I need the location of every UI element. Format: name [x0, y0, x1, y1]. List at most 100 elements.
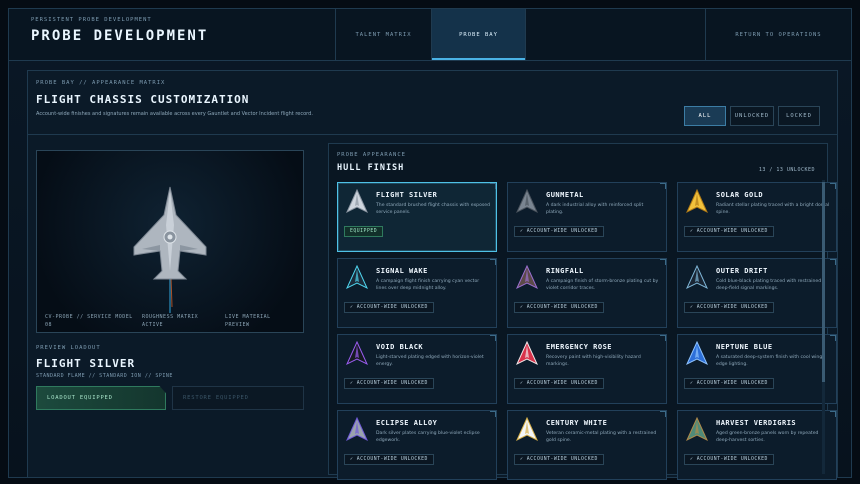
- finish-name: OUTER DRIFT: [716, 267, 768, 275]
- finish-description: A saturated deep-system finish with cool…: [716, 355, 824, 367]
- panel-breadcrumb: PROBE BAY // APPEARANCE MATRIX: [36, 80, 166, 86]
- finish-description: Aged green-bronze panels worn by repeate…: [716, 431, 819, 443]
- finish-swatch-icon: [516, 265, 538, 290]
- finish-status-badge: EQUIPPED: [344, 226, 384, 237]
- finish-swatch-icon: [686, 265, 708, 290]
- top-bar: PERSISTENT PROBE DEVELOPMENT PROBE DEVEL…: [9, 9, 851, 61]
- finish-description: Recovery paint with high-visibility haza…: [546, 355, 641, 367]
- finish-card[interactable]: NEPTUNE BLUE A saturated deep-system fini…: [677, 334, 837, 404]
- finish-card[interactable]: RINGFALL A campaign finish of storm-bronz…: [507, 258, 667, 328]
- finish-swatch-icon: [346, 189, 368, 214]
- loadout-subtitle: STANDARD FLAME // STANDARD ION // SPINE: [36, 373, 173, 379]
- finish-description: Radiant stellar plating traced with a br…: [716, 203, 830, 215]
- loadout-title: FLIGHT SILVER: [36, 357, 136, 370]
- finish-description: A campaign flight finish carrying cyan v…: [376, 279, 480, 291]
- finish-description: A campaign finish of storm-bronze platin…: [546, 279, 659, 291]
- tab-divider: [525, 9, 526, 60]
- loadout-equipped-button[interactable]: LOADOUT EQUIPPED: [36, 386, 166, 410]
- app-frame: PERSISTENT PROBE DEVELOPMENT PROBE DEVEL…: [8, 8, 852, 480]
- finish-name: SIGNAL WAKE: [376, 267, 428, 275]
- unlock-count: 13 / 13 UNLOCKED: [758, 167, 815, 173]
- finish-card[interactable]: HARVEST VERDIGRIS Aged green-bronze panel…: [677, 410, 837, 480]
- viewport-meta-material: LIVE MATERIAL PREVIEW: [225, 314, 271, 328]
- finish-swatch-icon: [686, 341, 708, 366]
- finish-swatch-icon: [346, 341, 368, 366]
- grid-scrollbar-thumb[interactable]: [822, 182, 825, 382]
- finish-grid: FLIGHT SILVER The standard brushed flight…: [337, 182, 837, 480]
- card-corner-decoration: [660, 335, 666, 341]
- finish-swatch-icon: [686, 189, 708, 214]
- filter-locked-button[interactable]: LOCKED: [778, 106, 820, 126]
- finish-description: Veteran ceramic-metal plating with a res…: [546, 431, 657, 443]
- appearance-kicker: PROBE APPEARANCE: [337, 152, 406, 158]
- finish-status-badge: ✓ ACCOUNT-WIDE UNLOCKED: [514, 226, 604, 237]
- finish-card[interactable]: FLIGHT SILVER The standard brushed flight…: [337, 182, 497, 252]
- restore-equipped-button[interactable]: RESTORE EQUIPPED: [172, 386, 304, 410]
- finish-card[interactable]: EMERGENCY ROSE Recovery paint with high-v…: [507, 334, 667, 404]
- app-title: PROBE DEVELOPMENT: [31, 28, 209, 44]
- loadout-kicker: PREVIEW LOADOUT: [36, 345, 101, 351]
- probe-preview-viewport[interactable]: CV-PROBE // SERVICE MODEL 08 ROUGHNESS MA…: [36, 150, 304, 333]
- finish-swatch-icon: [516, 417, 538, 442]
- probe-model-image: [133, 186, 207, 313]
- tab-probe-bay[interactable]: PROBE BAY: [431, 9, 525, 60]
- finish-status-badge: ✓ ACCOUNT-WIDE UNLOCKED: [514, 302, 604, 313]
- finish-card[interactable]: SOLAR GOLD Radiant stellar plating traced…: [677, 182, 837, 252]
- finish-description: The standard brushed flight chassis with…: [376, 203, 491, 215]
- finish-name: FLIGHT SILVER: [376, 191, 438, 199]
- card-corner-decoration: [660, 183, 666, 189]
- card-corner-decoration: [830, 183, 836, 189]
- preview-column: CV-PROBE // SERVICE MODEL 08 ROUGHNESS MA…: [28, 135, 318, 477]
- card-corner-decoration: [490, 335, 496, 341]
- finish-card[interactable]: OUTER DRIFT Cold blue-black plating trace…: [677, 258, 837, 328]
- finish-status-badge: ✓ ACCOUNT-WIDE UNLOCKED: [684, 302, 774, 313]
- finish-status-badge: ✓ ACCOUNT-WIDE UNLOCKED: [684, 226, 774, 237]
- finish-card[interactable]: CENTURY WHITE Veteran ceramic-metal plati…: [507, 410, 667, 480]
- finish-status-badge: ✓ ACCOUNT-WIDE UNLOCKED: [344, 302, 434, 313]
- finish-swatch-icon: [346, 265, 368, 290]
- finish-name: SOLAR GOLD: [716, 191, 764, 199]
- finish-name: VOID BLACK: [376, 343, 424, 351]
- finish-swatch-icon: [346, 417, 368, 442]
- finish-card[interactable]: SIGNAL WAKE A campaign flight finish carr…: [337, 258, 497, 328]
- card-corner-decoration: [660, 259, 666, 265]
- finish-name: ECLIPSE ALLOY: [376, 419, 438, 427]
- card-corner-decoration: [490, 411, 496, 417]
- finish-swatch-icon: [516, 341, 538, 366]
- return-to-operations-button[interactable]: RETURN TO OPERATIONS: [705, 9, 851, 60]
- finish-status-badge: ✓ ACCOUNT-WIDE UNLOCKED: [344, 454, 434, 465]
- finish-name: HARVEST VERDIGRIS: [716, 419, 797, 427]
- finish-description: Light-starved plating edged with horizon…: [376, 355, 484, 367]
- tab-talent-matrix[interactable]: TALENT MATRIX: [335, 9, 431, 60]
- filter-unlocked-button[interactable]: UNLOCKED: [730, 106, 774, 126]
- card-corner-decoration: [490, 183, 496, 189]
- finish-name: GUNMETAL: [546, 191, 584, 199]
- finish-description: Dark silver plates carrying blue-violet …: [376, 431, 480, 443]
- card-corner-decoration: [830, 259, 836, 265]
- finish-status-badge: ✓ ACCOUNT-WIDE UNLOCKED: [684, 454, 774, 465]
- card-corner-decoration: [830, 411, 836, 417]
- finish-status-badge: ✓ ACCOUNT-WIDE UNLOCKED: [344, 378, 434, 389]
- panel-title: FLIGHT CHASSIS CUSTOMIZATION: [36, 93, 250, 106]
- filter-all-button[interactable]: ALL: [684, 106, 726, 126]
- finish-card[interactable]: VOID BLACK Light-starved plating edged wi…: [337, 334, 497, 404]
- hull-finish-panel: PROBE APPEARANCE HULL FINISH 13 / 13 UNL…: [328, 143, 837, 480]
- card-corner-decoration: [830, 335, 836, 341]
- finish-swatch-icon: [516, 189, 538, 214]
- finish-description: Cold blue-black plating traced with rest…: [716, 279, 822, 291]
- finish-status-badge: ✓ ACCOUNT-WIDE UNLOCKED: [514, 454, 604, 465]
- appearance-title: HULL FINISH: [337, 163, 405, 173]
- viewport-meta-roughness: ROUGHNESS MATRIX ACTIVE: [142, 314, 199, 328]
- finish-name: EMERGENCY ROSE: [546, 343, 613, 351]
- card-corner-decoration: [490, 259, 496, 265]
- finish-name: NEPTUNE BLUE: [716, 343, 773, 351]
- finish-card[interactable]: GUNMETAL A dark industrial alloy with rei…: [507, 182, 667, 252]
- finish-name: CENTURY WHITE: [546, 419, 608, 427]
- card-corner-decoration: [660, 411, 666, 417]
- finish-status-badge: ✓ ACCOUNT-WIDE UNLOCKED: [684, 378, 774, 389]
- appearance-panel: PROBE BAY // APPEARANCE MATRIX FLIGHT CH…: [27, 70, 838, 480]
- finish-card[interactable]: ECLIPSE ALLOY Dark silver plates carrying…: [337, 410, 497, 480]
- finish-name: RINGFALL: [546, 267, 584, 275]
- finish-description: A dark industrial alloy with reinforced …: [546, 203, 644, 215]
- finish-swatch-icon: [686, 417, 708, 442]
